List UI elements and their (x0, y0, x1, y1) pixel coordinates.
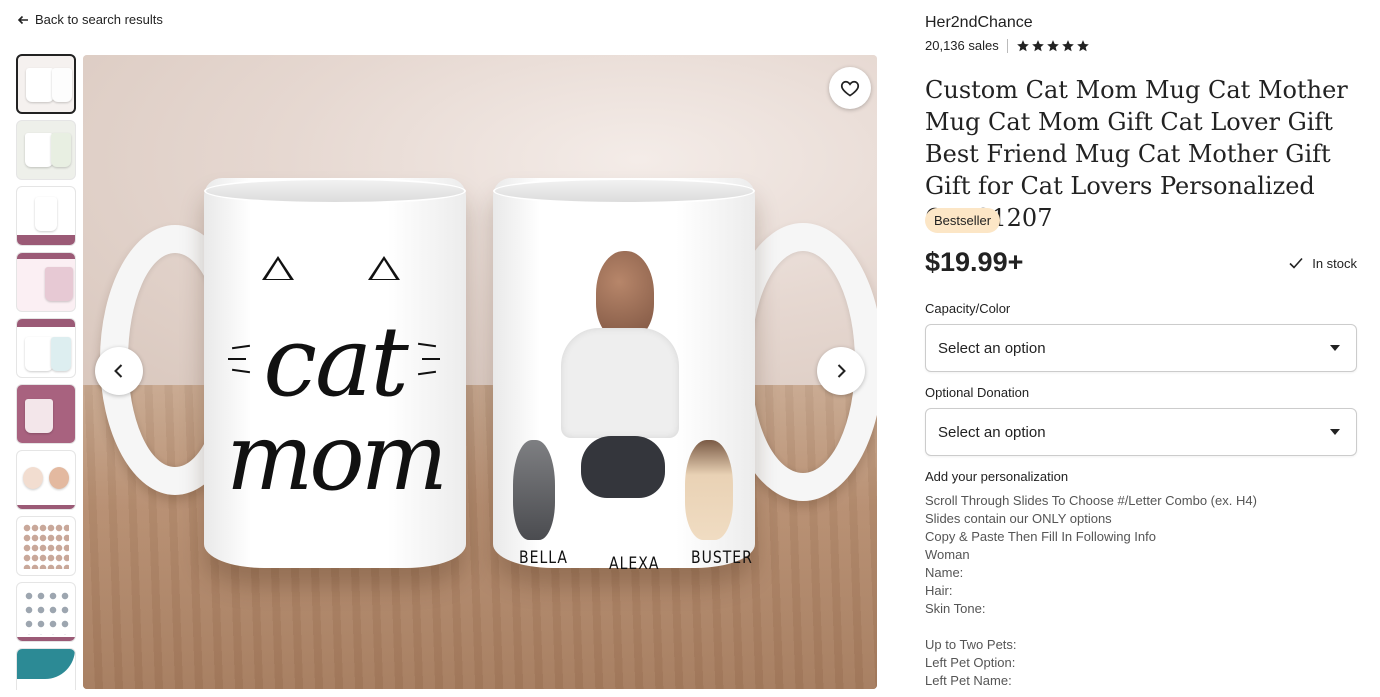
shop-sales-rating: 20,136 sales (925, 38, 1090, 53)
stock-status: In stock (1288, 255, 1357, 271)
mug-text-mom: mom (226, 404, 448, 511)
thumbnail-10[interactable] (16, 648, 76, 690)
star-icon (1061, 39, 1074, 51)
stock-label: In stock (1312, 255, 1357, 271)
heart-icon (840, 80, 860, 97)
capacity-color-label: Capacity/Color (925, 301, 1011, 316)
personalization-line: Up to Two Pets: (925, 637, 1017, 652)
optional-donation-select[interactable]: Select an option (925, 408, 1357, 456)
personalization-line: Woman (925, 547, 970, 562)
dropdown-caret-icon (1330, 345, 1340, 351)
person-name: ALEXA (609, 554, 660, 574)
thumbnail-strip (16, 54, 78, 690)
star-icon (1046, 39, 1059, 51)
capacity-color-select[interactable]: Select an option (925, 324, 1357, 372)
mug-text-cat: cat (263, 306, 409, 418)
bestseller-badge: Bestseller (925, 208, 1001, 233)
checkmark-icon (1289, 257, 1303, 269)
optional-donation-label: Optional Donation (925, 385, 1030, 400)
next-image-button[interactable] (817, 347, 865, 395)
thumbnail-8[interactable] (16, 516, 76, 576)
personalization-line: Copy & Paste Then Fill In Following Info (925, 529, 1156, 544)
personalization-line: Slides contain our ONLY options (925, 511, 1112, 526)
thumbnail-1[interactable] (16, 54, 76, 114)
personalization-line: Skin Tone: (925, 601, 986, 616)
mug-back: BELLA ALEXA BUSTER (493, 178, 755, 574)
personalization-line: Scroll Through Slides To Choose #/Letter… (925, 493, 1257, 508)
shop-name-link[interactable]: Her2ndChance (925, 14, 1033, 32)
chevron-left-icon (114, 364, 123, 378)
personalization-line: Left Pet Option: (925, 655, 1016, 670)
back-to-search-link[interactable]: Back to search results (17, 12, 163, 27)
woman-illustration (596, 251, 654, 339)
star-icon (1076, 39, 1089, 51)
thumbnail-5[interactable] (16, 318, 76, 378)
personalization-line: Name: (925, 565, 964, 580)
personalization-label: Add your personalization (925, 469, 1069, 484)
dropdown-caret-icon (1330, 429, 1340, 435)
back-link-label: Back to search results (35, 12, 163, 27)
cat-illustration-right (685, 440, 733, 540)
favorite-button[interactable] (829, 67, 871, 109)
personalization-line: Hair: (925, 583, 953, 598)
cat-illustration-left (513, 440, 555, 540)
arrow-left-icon (17, 15, 28, 24)
chevron-right-icon (837, 364, 846, 378)
thumbnail-2[interactable] (16, 120, 76, 180)
thumbnail-9[interactable] (16, 582, 76, 642)
personalization-line (925, 618, 1257, 636)
pet-name-right: BUSTER (691, 548, 753, 568)
thumbnail-3[interactable] (16, 186, 76, 246)
personalization-line: Left Pet Name: (925, 673, 1012, 688)
product-main-image: cat mom BELLA ALEXA BUSTER (83, 55, 877, 689)
pet-name-left: BELLA (519, 548, 568, 568)
rating-stars[interactable] (1016, 39, 1090, 53)
star-icon (1031, 39, 1044, 51)
thumbnail-4[interactable] (16, 252, 76, 312)
capacity-color-value: Select an option (938, 339, 1046, 357)
thumbnail-6[interactable] (16, 384, 76, 444)
personalization-instructions: Scroll Through Slides To Choose #/Letter… (925, 492, 1257, 690)
thumbnail-7[interactable] (16, 450, 76, 510)
optional-donation-value: Select an option (938, 423, 1046, 441)
sales-count: 20,136 sales (925, 38, 999, 53)
star-icon (1016, 39, 1029, 51)
mug-front: cat mom (204, 178, 466, 568)
product-price: $19.99+ (925, 247, 1024, 277)
previous-image-button[interactable] (95, 347, 143, 395)
